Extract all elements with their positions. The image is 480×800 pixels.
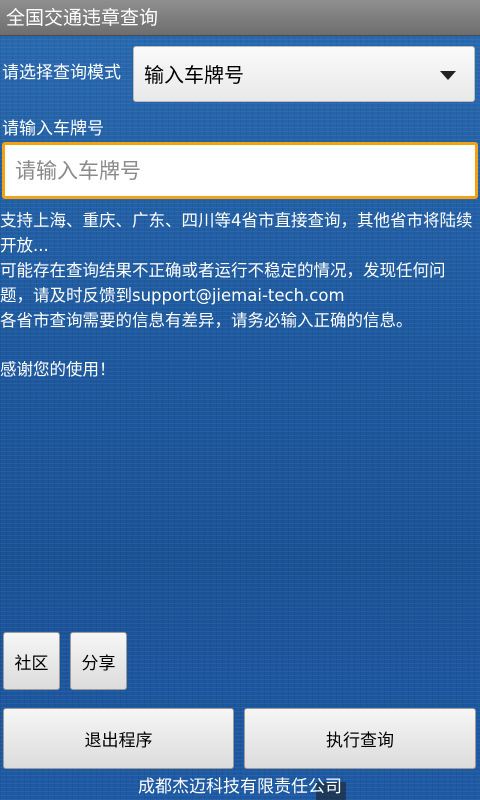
plate-number-label: 请输入车牌号 xyxy=(2,119,104,139)
exit-button[interactable]: 退出程序 xyxy=(3,708,234,769)
info-input-notice: 各省市查询需要的信息有差异，请务必输入正确的信息。 xyxy=(0,311,413,330)
app-title: 全国交通违章查询 xyxy=(6,7,159,29)
title-bar: 全国交通违章查询 xyxy=(0,0,480,36)
query-mode-label: 请选择查询模式 xyxy=(2,63,121,83)
info-feedback-notice: 可能存在查询结果不正确或者运行不稳定的情况，发现任何问题，请及时反馈到suppo… xyxy=(0,261,446,305)
dropdown-arrow-icon xyxy=(440,71,456,80)
plate-number-input[interactable] xyxy=(2,142,478,199)
company-name: 成都杰迈科技有限责任公司 xyxy=(138,777,342,797)
info-text-block: 支持上海、重庆、广东、四川等4省市直接查询，其他省市将陆续开放... 可能存在查… xyxy=(0,208,478,382)
execute-query-button[interactable]: 执行查询 xyxy=(244,708,476,769)
community-button[interactable]: 社区 xyxy=(3,632,60,690)
share-button[interactable]: 分享 xyxy=(70,632,127,690)
query-mode-spinner[interactable]: 输入车牌号 xyxy=(133,46,475,102)
query-mode-selected-value: 输入车牌号 xyxy=(144,63,244,87)
info-thanks: 感谢您的使用！ xyxy=(0,360,116,379)
info-supported-provinces: 支持上海、重庆、广东、四川等4省市直接查询，其他省市将陆续开放... xyxy=(0,211,473,255)
